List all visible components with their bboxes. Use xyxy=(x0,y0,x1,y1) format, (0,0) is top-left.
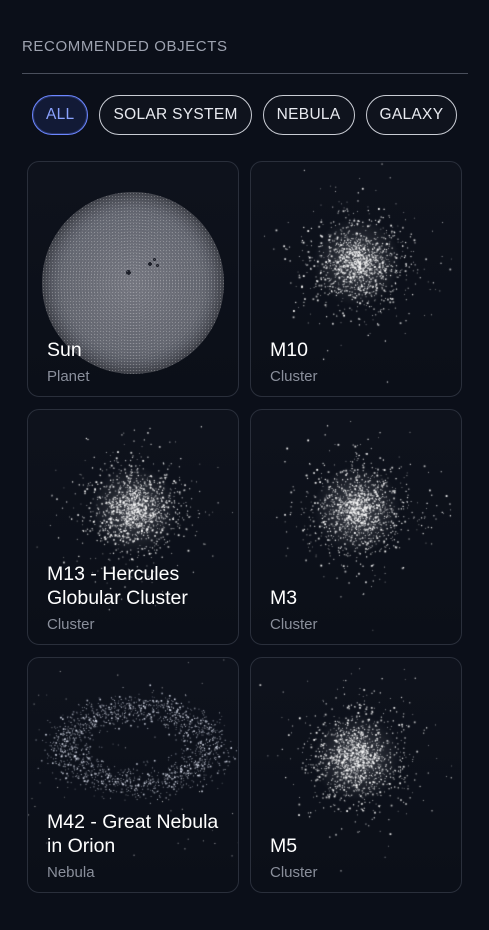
object-card-m13[interactable]: M13 - Hercules Globular Cluster Cluster xyxy=(27,409,239,645)
object-grid: Sun Planet M10 Cluster M13 - Hercules Gl… xyxy=(27,161,462,893)
object-type: Nebula xyxy=(47,864,95,881)
filter-chip-nebula[interactable]: NEBULA xyxy=(262,95,355,135)
filter-chip-solar-system[interactable]: SOLAR SYSTEM xyxy=(99,95,252,135)
object-type: Cluster xyxy=(47,616,95,633)
object-name: M42 - Great Nebula in Orion xyxy=(47,811,219,857)
object-card-sun[interactable]: Sun Planet xyxy=(27,161,239,397)
object-type: Cluster xyxy=(270,616,318,633)
filter-bar: ALL SOLAR SYSTEM NEBULA GALAXY xyxy=(32,95,458,135)
section-title: RECOMMENDED OBJECTS xyxy=(22,38,228,55)
object-type: Planet xyxy=(47,368,90,385)
object-card-m42[interactable]: M42 - Great Nebula in Orion Nebula xyxy=(27,657,239,893)
object-type: Cluster xyxy=(270,368,318,385)
divider xyxy=(22,73,468,74)
object-type: Cluster xyxy=(270,864,318,881)
object-name: M13 - Hercules Globular Cluster xyxy=(47,563,188,609)
object-name: M10 xyxy=(270,339,308,361)
object-name: M3 xyxy=(270,587,298,609)
object-name: M5 xyxy=(270,835,298,857)
object-card-m10[interactable]: M10 Cluster xyxy=(250,161,462,397)
object-card-m5[interactable]: M5 Cluster xyxy=(250,657,462,893)
filter-chip-all[interactable]: ALL xyxy=(32,95,89,135)
object-card-m3[interactable]: M3 Cluster xyxy=(250,409,462,645)
filter-chip-galaxy[interactable]: GALAXY xyxy=(365,95,458,135)
object-name: Sun xyxy=(47,339,82,361)
